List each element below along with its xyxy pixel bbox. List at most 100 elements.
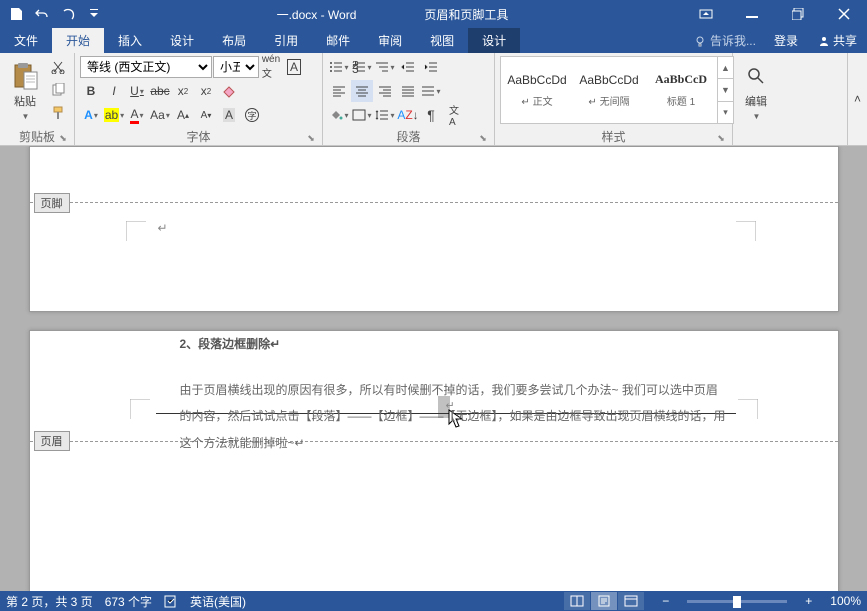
shrink-font-button[interactable]: A▾ [195, 104, 217, 126]
collapse-ribbon-button[interactable]: ˄ [847, 53, 867, 145]
tell-me-placeholder: 告诉我... [710, 32, 756, 49]
group-styles: AaBbCcDd ↵ 正文 AaBbCcDd ↵ 无间隔 AaBbCcD 标题 … [495, 53, 733, 145]
style-sample: AaBbCcD [655, 72, 707, 87]
tell-me-search[interactable]: 告诉我... [686, 28, 764, 53]
copy-icon [51, 83, 65, 97]
tab-file[interactable]: 文件 [0, 28, 52, 53]
document-area[interactable]: 页脚 ↵ ↵ 页眉 2、段落边框删除↵ 由于页眉横线出现的原因有很多，所以有时候… [0, 146, 867, 591]
decrease-indent-button[interactable] [397, 56, 419, 78]
paragraph-dialog-launcher[interactable]: ⬊ [477, 132, 489, 144]
justify-button[interactable] [397, 80, 419, 102]
word-count[interactable]: 673 个字 [105, 593, 152, 610]
paste-button[interactable]: 粘贴 ▼ [5, 56, 45, 126]
strikethrough-button[interactable]: abc [149, 80, 171, 102]
gallery-more-button[interactable]: ▾ [718, 102, 733, 123]
style-heading1[interactable]: AaBbCcD 标题 1 [647, 60, 715, 120]
subscript-button[interactable]: x2 [172, 80, 194, 102]
redo-button[interactable] [56, 2, 80, 26]
style-sample: AaBbCcDd [579, 73, 638, 87]
clear-formatting-button[interactable] [218, 80, 240, 102]
align-right-button[interactable] [374, 80, 396, 102]
enclose-characters-button[interactable]: 字 [241, 104, 263, 126]
copy-button[interactable] [47, 79, 69, 101]
qat-customize-button[interactable] [82, 2, 106, 26]
bullets-button[interactable]: ▾ [328, 56, 350, 78]
undo-button[interactable] [30, 2, 54, 26]
borders-button[interactable]: ▾ [351, 104, 373, 126]
gallery-up-button[interactable]: ▲ [718, 57, 733, 79]
bold-button[interactable]: B [80, 80, 102, 102]
tab-mailings[interactable]: 邮件 [312, 28, 364, 53]
group-styles-label: 样式 [601, 128, 625, 145]
paragraph-text: 由于页眉横线出现的原因有很多，所以有时候删不掉的话，我们要多尝试几个办法~ 我们… [180, 377, 728, 456]
grow-font-button[interactable]: A▴ [172, 104, 194, 126]
proofing-icon[interactable] [164, 594, 178, 608]
page-indicator[interactable]: 第 2 页，共 3 页 [6, 593, 93, 610]
save-button[interactable] [4, 2, 28, 26]
zoom-in-button[interactable]: + [799, 594, 818, 608]
tab-home[interactable]: 开始 [52, 28, 104, 53]
text-effects-button[interactable]: A▾ [80, 104, 102, 126]
highlight-button[interactable]: ab▾ [103, 104, 125, 126]
multilevel-list-button[interactable]: ▾ [374, 56, 396, 78]
paste-icon [11, 62, 39, 90]
close-button[interactable] [821, 0, 867, 28]
change-case-button[interactable]: Aa▾ [149, 104, 171, 126]
tab-insert[interactable]: 插入 [104, 28, 156, 53]
share-button[interactable]: 共享 [808, 28, 867, 53]
view-buttons [564, 592, 644, 610]
character-shading-button[interactable]: A [218, 104, 240, 126]
style-normal[interactable]: AaBbCcDd ↵ 正文 [503, 60, 571, 120]
format-painter-button[interactable] [47, 102, 69, 124]
align-center-button[interactable] [351, 80, 373, 102]
tab-header-footer-design[interactable]: 设计 [468, 28, 520, 53]
language-indicator[interactable]: 英语(美国) [190, 593, 246, 610]
restore-button[interactable] [775, 0, 821, 28]
zoom-slider[interactable] [687, 600, 787, 603]
header-tag: 页眉 [34, 431, 70, 451]
gallery-down-button[interactable]: ▼ [718, 79, 733, 101]
shading-button[interactable]: ▾ [328, 104, 350, 126]
style-no-spacing[interactable]: AaBbCcDd ↵ 无间隔 [575, 60, 643, 120]
character-border-button[interactable]: A [283, 56, 305, 78]
font-name-combo[interactable]: 等线 (西文正文) [80, 56, 212, 78]
zoom-thumb[interactable] [733, 596, 741, 608]
web-layout-button[interactable] [618, 592, 644, 610]
font-dialog-launcher[interactable]: ⬊ [305, 132, 317, 144]
ribbon-options-button[interactable] [683, 0, 729, 28]
numbering-button[interactable]: 123▾ [351, 56, 373, 78]
signin-link[interactable]: 登录 [764, 28, 808, 53]
show-marks-button[interactable]: ¶ [420, 104, 442, 126]
tab-design[interactable]: 设计 [156, 28, 208, 53]
title-bar: 一.docx - Word 页眉和页脚工具 [0, 0, 867, 28]
increase-indent-button[interactable] [420, 56, 442, 78]
line-spacing-button[interactable]: ▾ [374, 104, 396, 126]
zoom-level[interactable]: 100% [830, 594, 861, 608]
sort-button[interactable]: AZ↓ [397, 104, 419, 126]
phonetic-guide-button[interactable]: wén文 [260, 56, 282, 78]
font-size-combo[interactable]: 小五 [213, 56, 259, 78]
find-button[interactable]: 编辑 ▼ [738, 56, 774, 126]
superscript-button[interactable]: x2 [195, 80, 217, 102]
underline-button[interactable]: U▾ [126, 80, 148, 102]
context-tool-title: 页眉和页脚工具 [416, 6, 516, 23]
share-icon [818, 35, 830, 47]
zoom-out-button[interactable]: − [656, 594, 675, 608]
footer-area[interactable]: ↵ [30, 203, 838, 311]
styles-dialog-launcher[interactable]: ⬊ [715, 132, 727, 144]
read-mode-button[interactable] [564, 592, 590, 610]
minimize-button[interactable] [729, 0, 775, 28]
tab-layout[interactable]: 布局 [208, 28, 260, 53]
italic-button[interactable]: I [103, 80, 125, 102]
tab-view[interactable]: 视图 [416, 28, 468, 53]
text-direction-button[interactable]: 文A [443, 104, 465, 126]
tab-references[interactable]: 引用 [260, 28, 312, 53]
align-left-button[interactable] [328, 80, 350, 102]
clipboard-dialog-launcher[interactable]: ⬊ [57, 132, 69, 144]
tab-review[interactable]: 审阅 [364, 28, 416, 53]
group-paragraph-label: 段落 [396, 128, 420, 145]
cut-button[interactable] [47, 56, 69, 78]
print-layout-button[interactable] [591, 592, 617, 610]
font-color-button[interactable]: A▾ [126, 104, 148, 126]
distributed-button[interactable]: ▾ [420, 80, 442, 102]
